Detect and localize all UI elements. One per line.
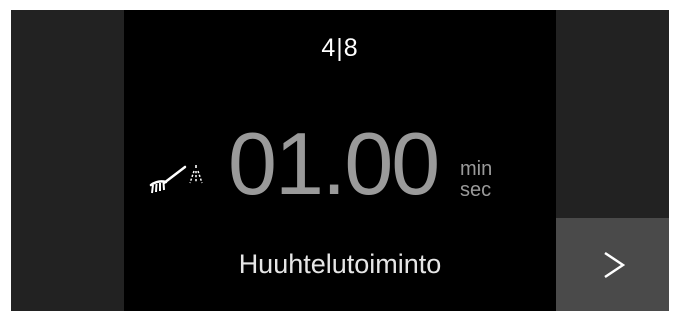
- step-counter: 4|8: [321, 34, 359, 62]
- remaining-time-value: 01.00: [228, 114, 440, 213]
- play-arrow-icon: [604, 251, 625, 279]
- next-button[interactable]: [556, 218, 669, 311]
- left-side-panel: [11, 10, 124, 311]
- main-display-panel: 4|8 01.00 min sec Huuhtelutoiminto: [124, 10, 556, 311]
- time-unit-seconds: sec: [460, 179, 492, 201]
- appliance-display: 4|8 01.00 min sec Huuhtelutoiminto: [11, 10, 669, 311]
- time-row: 01.00 min sec: [124, 119, 556, 215]
- time-unit-minutes: min: [460, 158, 493, 180]
- rinse-spray-icon: [148, 163, 208, 200]
- right-side-panel: [556, 10, 669, 311]
- program-name: Huuhtelutoiminto: [238, 249, 442, 279]
